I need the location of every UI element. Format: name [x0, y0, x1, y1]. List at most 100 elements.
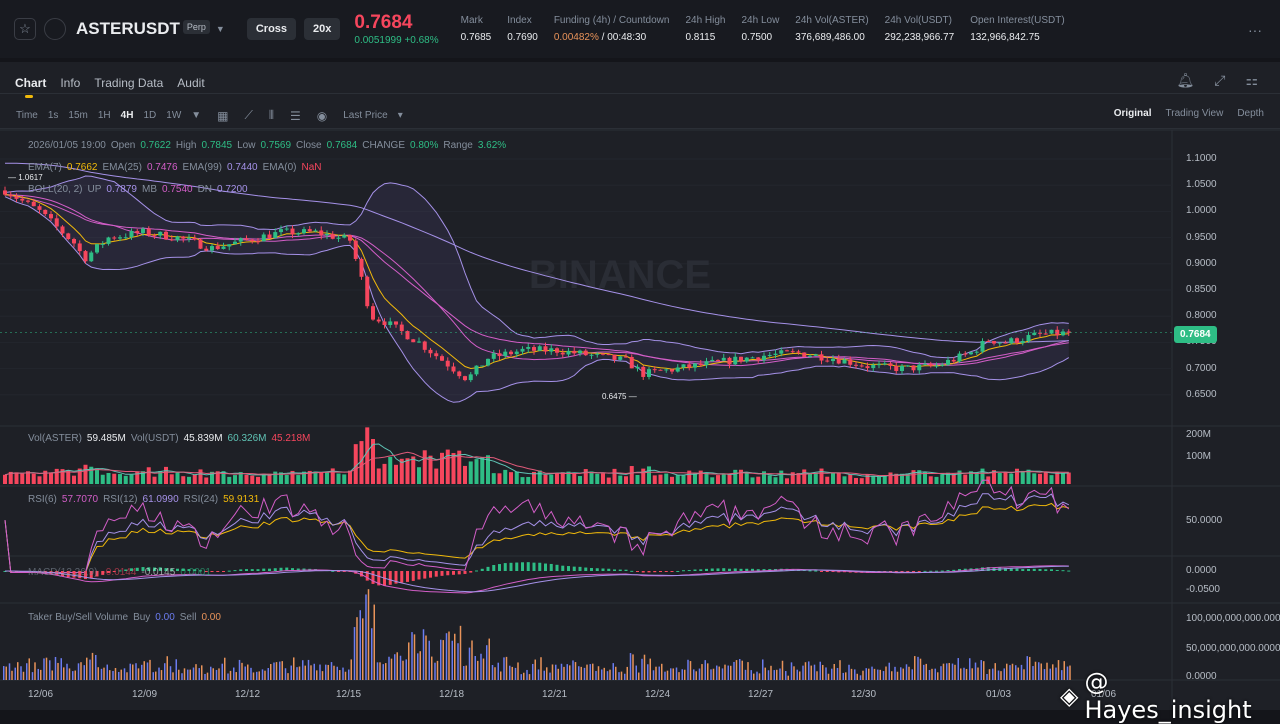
taker-sell-bar	[488, 638, 490, 680]
macd-histogram-bar	[256, 569, 260, 571]
binance-logo-icon: ◈	[1060, 682, 1079, 710]
taker-buy-bar	[342, 667, 344, 680]
candle-body	[20, 198, 25, 201]
taker-buy-bar	[928, 669, 931, 680]
taker-sell-bar	[1006, 663, 1008, 680]
volume-bar	[721, 473, 726, 484]
credit-text: @ Hayes_insight	[1084, 668, 1252, 724]
volume-bar	[595, 473, 600, 484]
taker-buy-bar	[859, 675, 862, 680]
macd-axis-label: -0.0500	[1186, 584, 1220, 595]
taker-buy-bar	[865, 668, 867, 680]
taker-buy-bar	[514, 667, 517, 680]
candle-body	[100, 243, 105, 245]
date-axis-label: 12/12	[235, 689, 261, 700]
candle-body	[583, 350, 588, 356]
candle-body	[509, 351, 513, 355]
legend-label: EMA(0)	[262, 162, 297, 173]
candle-body	[905, 365, 910, 367]
taker-sell-bar	[678, 672, 680, 680]
binance-watermark: BINANCE	[529, 253, 711, 297]
taker-sell-bar	[580, 666, 582, 680]
candle-body	[411, 339, 416, 343]
price-axis-label: 0.6500	[1186, 388, 1217, 400]
volume-bar	[353, 444, 358, 484]
taker-sell-bar	[339, 670, 341, 680]
candle-body	[388, 321, 393, 326]
taker-buy-bar	[198, 668, 200, 680]
candle-body	[934, 365, 939, 367]
taker-sell-bar	[172, 672, 174, 680]
taker-sell-bar	[885, 666, 887, 680]
taker-buy-bar	[704, 660, 706, 680]
candle-body	[3, 190, 7, 195]
legend-label: Vol(ASTER)	[28, 433, 82, 444]
candle-body	[946, 359, 950, 365]
taker-buy-bar	[405, 659, 407, 680]
volume-bar	[612, 468, 617, 484]
volume-bar	[1066, 472, 1071, 484]
candle-body	[8, 194, 13, 197]
taker-buy-bar	[911, 669, 913, 680]
macd-histogram-bar	[917, 571, 921, 572]
taker-sell-bar	[166, 656, 168, 680]
taker-buy-bar	[26, 663, 28, 680]
candle-body	[405, 331, 410, 340]
legend-label: RSI(12)	[103, 494, 138, 505]
taker-sell-bar	[586, 664, 588, 680]
volume-bar	[733, 469, 738, 484]
candle-body	[313, 230, 318, 232]
macd-histogram-bar	[935, 570, 938, 572]
macd-histogram-bar	[682, 570, 685, 572]
taker-buy-bar	[422, 629, 425, 680]
taker-buy-bar	[152, 672, 154, 680]
price-axis-label: 0.9500	[1186, 231, 1217, 243]
taker-sell-bar	[517, 662, 519, 680]
candle-body	[629, 356, 634, 369]
taker-buy-bar	[330, 662, 333, 680]
macd-histogram-bar	[429, 571, 432, 578]
taker-buy-bar	[376, 662, 379, 680]
volume-bar	[509, 472, 513, 484]
candle-body	[382, 321, 387, 326]
taker-sell-bar	[793, 666, 795, 680]
candlestick-chart[interactable]: BINANCE	[0, 0, 1280, 710]
candle-body	[865, 366, 870, 369]
volume-bar	[480, 457, 485, 484]
taker-buy-bar	[773, 670, 775, 680]
price-axis-label: 0.8000	[1186, 310, 1217, 322]
taker-sell-bar	[1011, 663, 1014, 680]
candle-body	[457, 371, 462, 377]
candle-body	[1020, 340, 1025, 343]
taker-sell-bar	[132, 664, 134, 680]
taker-sell-bar	[149, 659, 151, 680]
candle-body	[560, 352, 565, 355]
date-axis-label: 01/03	[986, 689, 1012, 700]
taker-buy-bar	[181, 673, 183, 680]
taker-buy-bar	[796, 669, 798, 680]
volume-bar	[233, 475, 237, 484]
taker-sell-bar	[258, 671, 260, 680]
taker-buy-bar	[296, 667, 298, 680]
candle-body	[89, 252, 94, 262]
macd-hist-value: 0.0001	[180, 567, 211, 578]
taker-buy-bar	[934, 668, 936, 680]
taker-buy-bar	[744, 669, 747, 680]
taker-buy-bar	[882, 671, 885, 680]
candle-body	[693, 363, 697, 368]
volume-bar	[491, 473, 496, 484]
macd-histogram-bar	[549, 563, 553, 571]
taker-sell-bar	[965, 668, 968, 680]
candle-body	[974, 351, 979, 353]
legend-change: 0.80%	[410, 140, 439, 151]
taker-buy-bar	[1003, 668, 1005, 680]
macd-histogram-bar	[555, 564, 559, 571]
candle-body	[658, 369, 663, 371]
taker-buy-bar	[250, 667, 252, 680]
taker-sell-bar	[661, 663, 663, 680]
candle-body	[175, 236, 180, 241]
candle-body	[480, 365, 485, 367]
candle-body	[503, 351, 508, 357]
macd-histogram-bar	[1044, 569, 1048, 571]
legend-label: Range	[443, 140, 473, 151]
